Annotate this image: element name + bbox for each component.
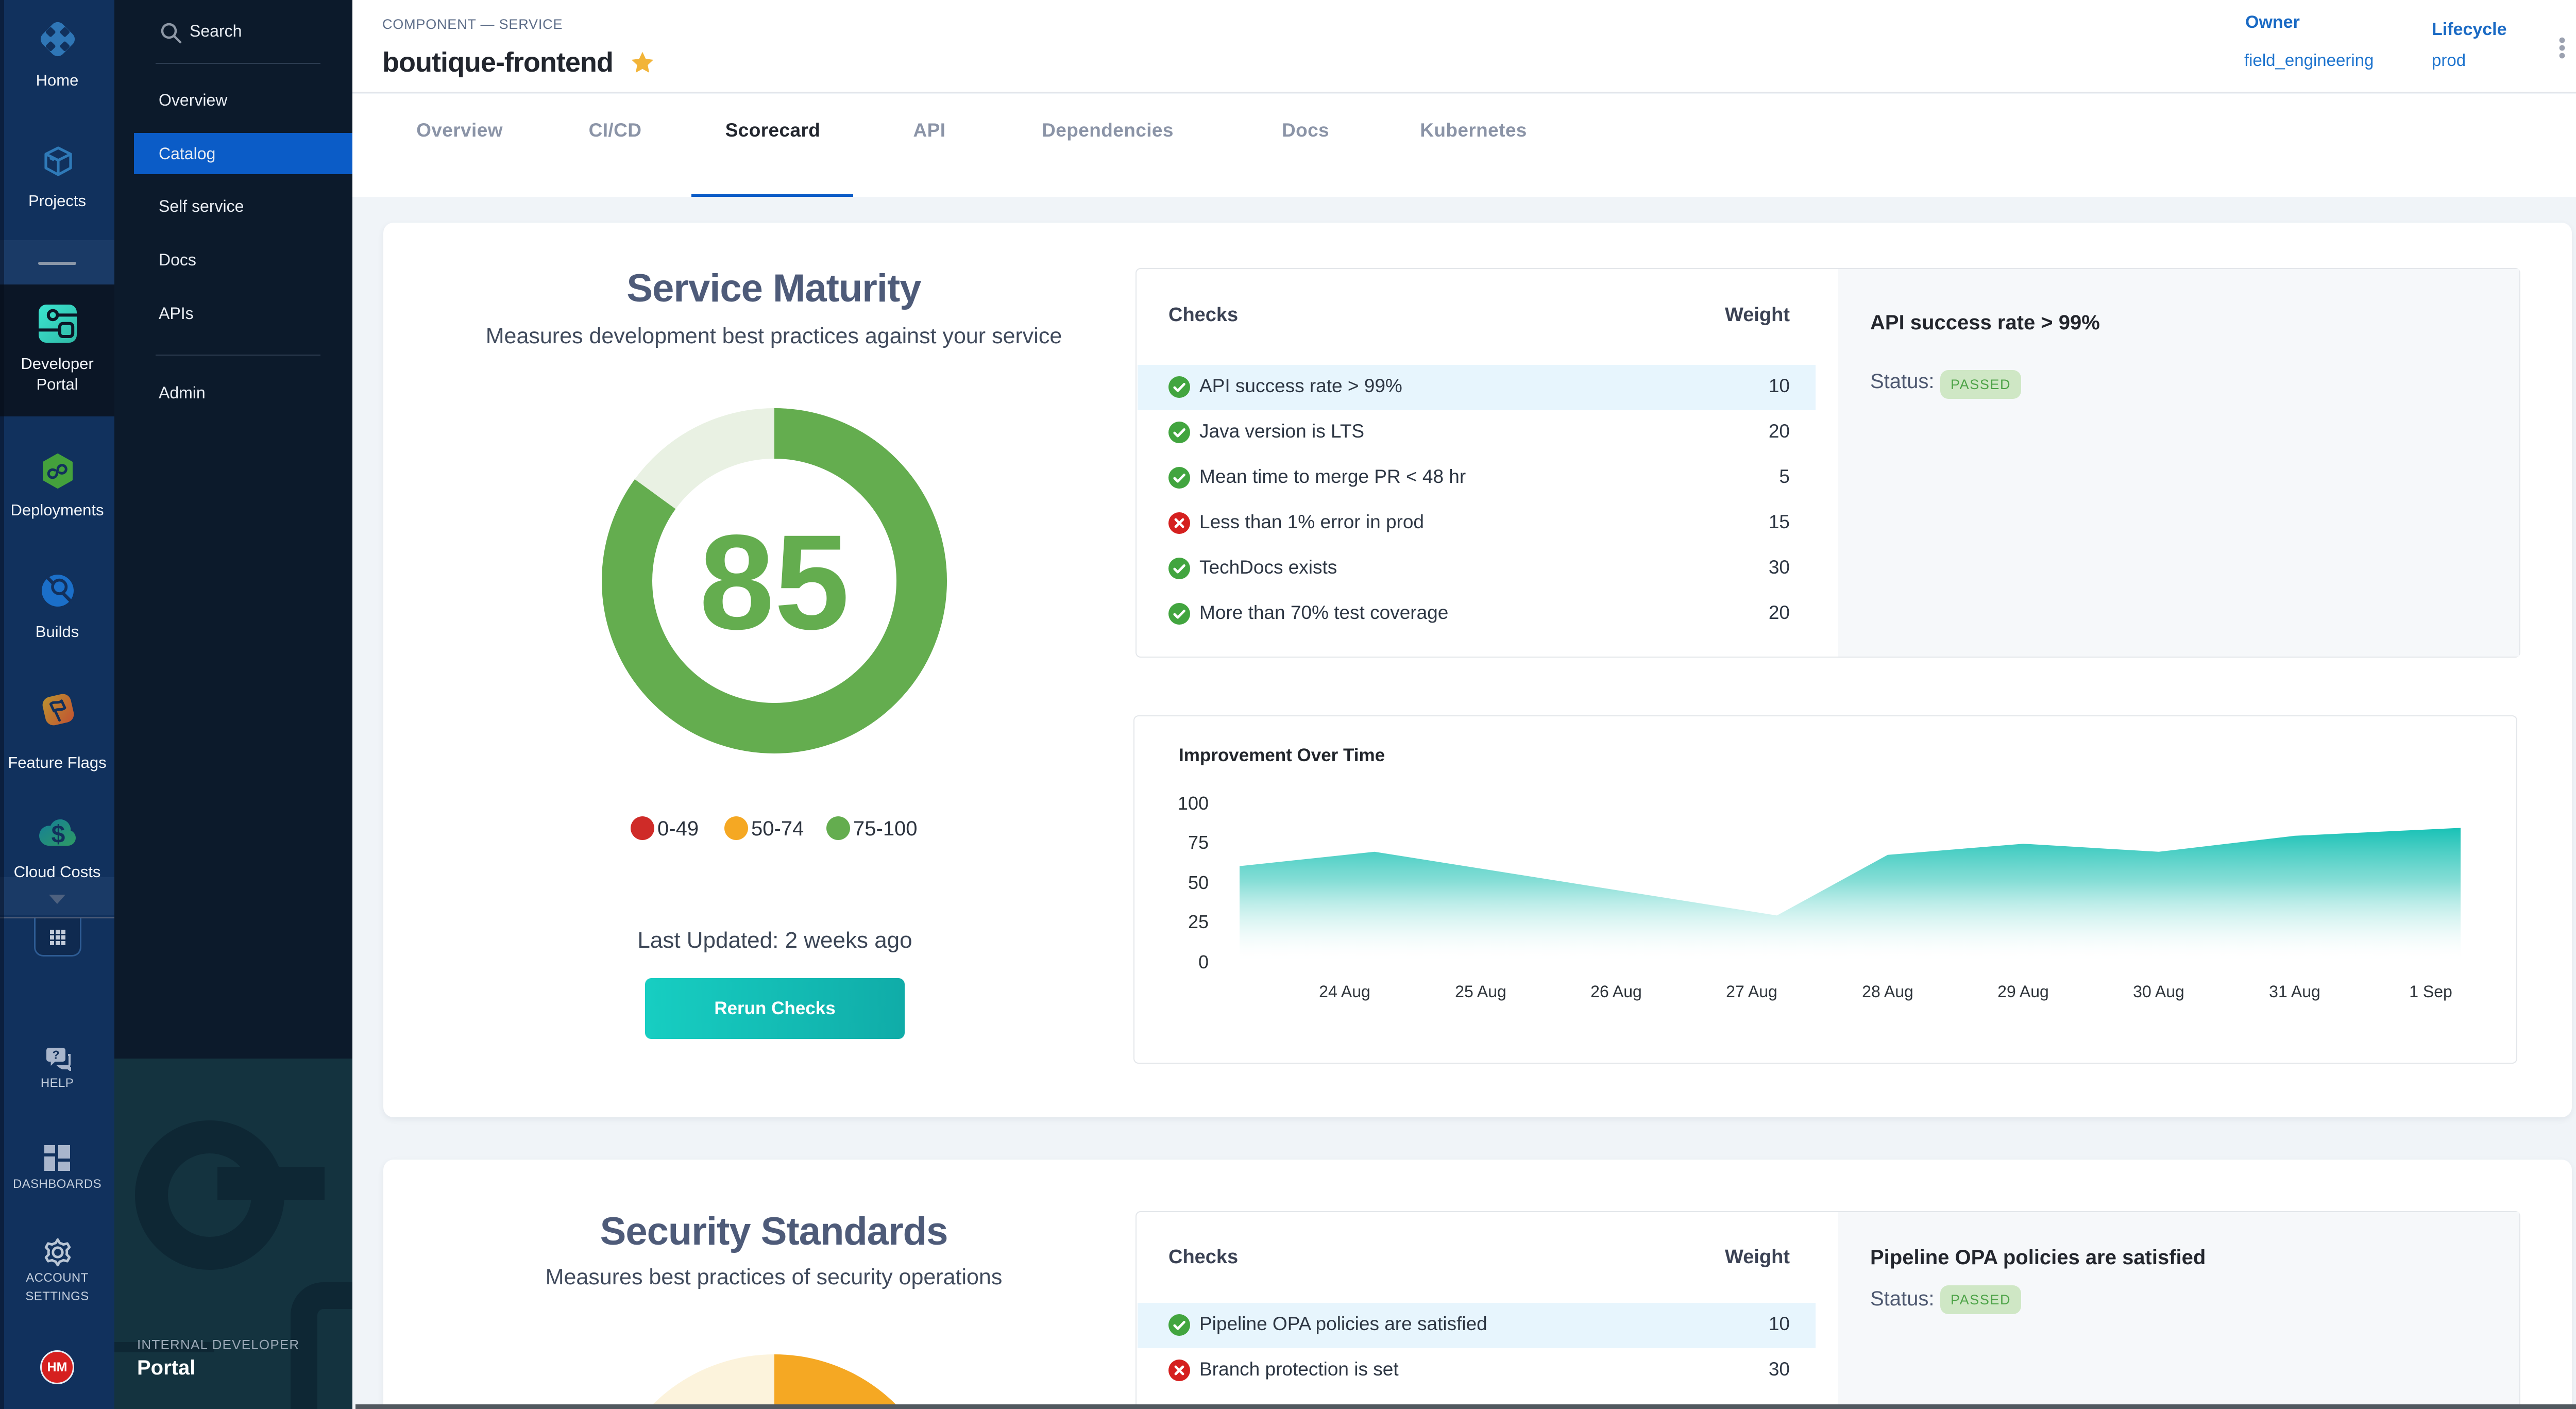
svg-text:$: $ [52,821,65,847]
svg-text:?: ? [53,1048,60,1061]
svg-text:85: 85 [699,507,849,658]
